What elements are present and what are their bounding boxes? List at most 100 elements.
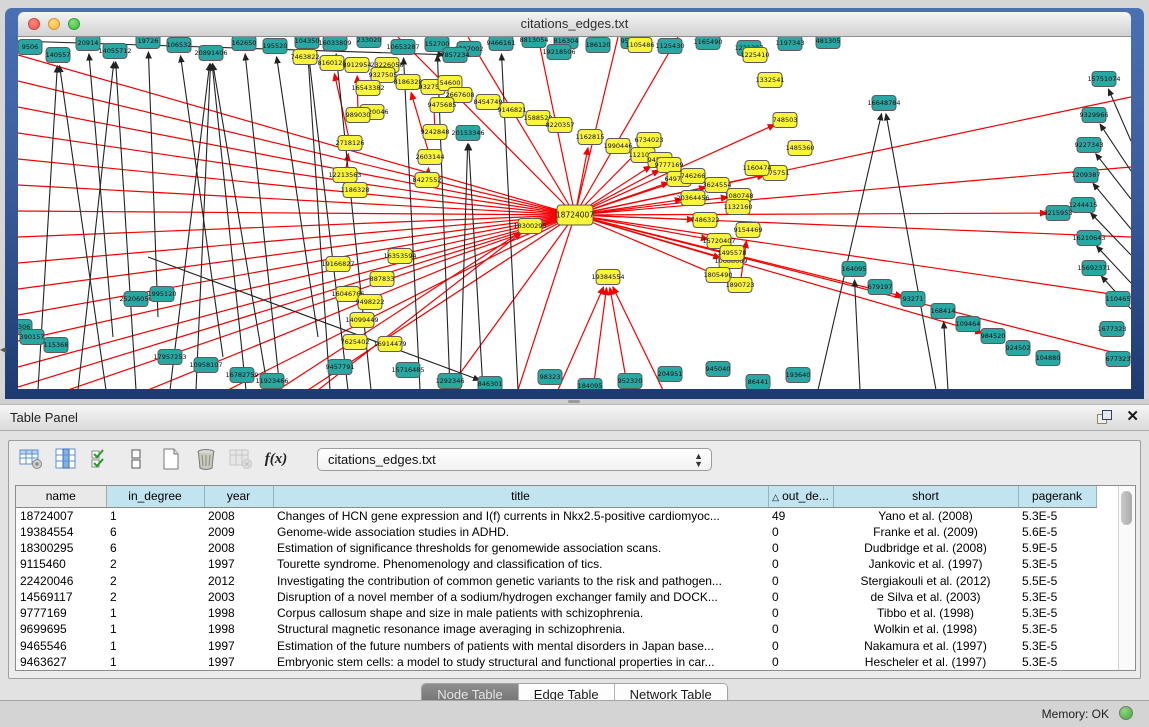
zoom-window-button[interactable] [68, 18, 80, 30]
graph-node[interactable]: 19166827 [321, 257, 354, 272]
table-row[interactable]: 1456911722003Disruption of a novel membe… [16, 589, 1096, 605]
graph-edge[interactable] [575, 213, 1047, 215]
graph-node[interactable]: 17957253 [153, 350, 186, 365]
graph-edge[interactable] [181, 56, 223, 357]
graph-node[interactable]: 1225410 [741, 48, 770, 63]
graph-edge[interactable] [460, 144, 468, 389]
graph-edge[interactable] [575, 215, 708, 239]
graph-node[interactable]: 390157 [20, 330, 45, 345]
table-row[interactable]: 977716911998Corpus callosum shape and si… [16, 605, 1096, 621]
graph-node[interactable]: 1995120 [148, 287, 177, 302]
graph-node[interactable]: 1292346 [436, 374, 465, 389]
graph-node[interactable]: 481305 [816, 37, 841, 49]
graph-node[interactable]: 9329966 [1080, 108, 1109, 123]
graph-node[interactable]: 1105486 [626, 38, 655, 53]
graph-node[interactable]: 9475685 [428, 98, 457, 113]
splitter-grip[interactable] [568, 400, 580, 403]
graph-node[interactable]: 7625402 [341, 335, 370, 350]
graph-edge[interactable] [593, 288, 607, 389]
graph-node[interactable]: 1132160 [724, 200, 753, 215]
minimize-window-button[interactable] [48, 18, 60, 30]
graph-node[interactable]: 9777169 [655, 158, 684, 173]
graph-node[interactable]: 8813054 [520, 37, 549, 48]
graph-node[interactable]: 9506 [18, 40, 42, 55]
graph-node[interactable]: 18300295 [513, 219, 546, 234]
graph-node[interactable]: 115368 [44, 338, 69, 353]
graph-node[interactable]: 846301 [478, 377, 503, 390]
column-header-name[interactable]: name [16, 486, 106, 507]
graph-node[interactable]: 19384554 [591, 270, 624, 285]
graph-node[interactable]: 16782759 [225, 368, 258, 383]
table-row[interactable]: 1938455462009Genome-wide association stu… [16, 524, 1096, 540]
graph-edge[interactable] [518, 215, 575, 389]
graph-node[interactable]: 184095 [578, 379, 603, 390]
graph-node[interactable]: 15692371 [1077, 261, 1110, 276]
column-checklist-icon[interactable] [89, 447, 113, 471]
graph-node[interactable]: 945040 [706, 362, 731, 377]
graph-node[interactable]: 93271 [901, 292, 925, 307]
graph-node[interactable]: 20153346 [451, 126, 484, 141]
graph-node[interactable]: 168414 [931, 304, 956, 319]
table-row[interactable]: 911546021997Tourette syndrome. Phenomeno… [16, 556, 1096, 572]
graph-node[interactable]: 1186328 [341, 183, 370, 198]
graph-node[interactable]: 11923466 [255, 374, 288, 389]
graph-node[interactable]: 98323 [538, 370, 562, 385]
graph-edge[interactable] [212, 64, 246, 389]
scrollbar-thumb[interactable] [1121, 491, 1132, 525]
table-row[interactable]: 946554611997Estimation of the future num… [16, 637, 1096, 653]
graph-node[interactable]: 9154469 [734, 223, 763, 238]
table-row[interactable]: 969969511998Structural magnetic resonanc… [16, 621, 1096, 637]
graph-node[interactable]: 1805490 [704, 268, 733, 283]
graph-node[interactable]: 110465 [1106, 292, 1131, 307]
table-settings-icon[interactable] [19, 447, 43, 471]
graph-edge[interactable] [148, 52, 158, 317]
graph-node[interactable]: 9466161 [487, 37, 516, 51]
network-window-titlebar[interactable]: citations_edges.txt [18, 12, 1131, 37]
graph-edge[interactable] [1108, 89, 1131, 141]
graph-node[interactable]: 952320 [618, 374, 643, 389]
graph-node[interactable]: 679197 [868, 280, 893, 295]
graph-node[interactable]: 6734023 [635, 133, 664, 148]
graph-edge[interactable] [886, 114, 936, 389]
graph-node[interactable]: 14099449 [345, 313, 378, 328]
graph-node[interactable]: 984520 [981, 329, 1006, 344]
graph-node[interactable]: 1209387 [1072, 168, 1101, 183]
close-window-button[interactable] [28, 18, 40, 30]
column-header-out_degree[interactable]: △out_de... [768, 486, 833, 507]
graph-edge[interactable] [575, 37, 618, 215]
graph-node[interactable]: 86441 [746, 375, 770, 390]
graph-node[interactable]: 2718126 [336, 136, 365, 151]
graph-edge[interactable] [558, 287, 604, 389]
graph-node[interactable]: 140557 [46, 48, 71, 63]
function-icon[interactable]: f(x) [264, 447, 288, 471]
graph-node[interactable]: 8912954 [343, 58, 372, 73]
graph-node[interactable]: 1160474 [743, 161, 772, 176]
graph-node[interactable]: 1332541 [756, 73, 785, 88]
table-selector-combobox[interactable]: citations_edges.txt ▲▼ [317, 448, 712, 471]
graph-node[interactable]: 18724007 [556, 205, 594, 225]
graph-node[interactable]: 19726 [136, 37, 160, 49]
graph-node[interactable]: 193640 [786, 368, 811, 383]
graph-edge[interactable] [18, 211, 575, 215]
graph-node[interactable]: 9146821 [498, 103, 527, 118]
graph-edge[interactable] [245, 54, 280, 389]
graph-node[interactable]: 8427552 [413, 173, 442, 188]
graph-node[interactable]: 164095 [842, 262, 867, 277]
graph-node[interactable]: 20364456 [676, 191, 709, 206]
graph-node[interactable]: 9498222 [356, 295, 385, 310]
graph-edge[interactable] [575, 215, 982, 333]
column-header-in_degree[interactable]: in_degree [106, 486, 204, 507]
graph-node[interactable]: 9227343 [1075, 138, 1104, 153]
graph-node[interactable]: 1197343 [776, 37, 805, 51]
graph-node[interactable]: 8220357 [546, 118, 575, 133]
table-row[interactable]: 1872400712008Changes of HCN gene express… [16, 507, 1096, 524]
float-panel-icon[interactable] [1096, 409, 1112, 425]
graph-node[interactable]: 104350 [295, 37, 320, 49]
graph-node[interactable]: 1677323 [1098, 322, 1127, 337]
graph-node[interactable]: 1495578 [718, 246, 747, 261]
graph-node[interactable]: 3215953 [1044, 206, 1073, 221]
graph-node[interactable]: 16353594 [383, 249, 416, 264]
graph-edge[interactable] [78, 62, 114, 389]
graph-node[interactable]: 1125430 [656, 39, 685, 54]
graph-node[interactable]: 15716485 [391, 363, 424, 378]
